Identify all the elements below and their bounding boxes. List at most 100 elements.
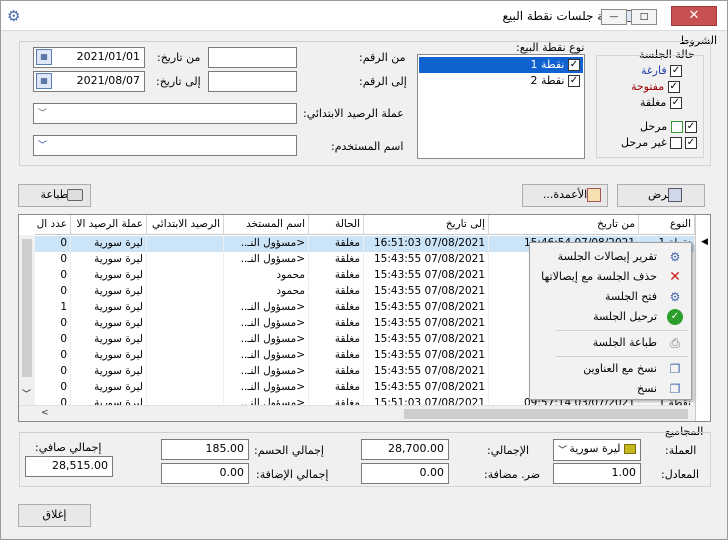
from-date-label: من تاريخ:	[157, 51, 201, 64]
menu-item-copy-with-headers[interactable]: ❐ نسخ مع العناوين	[532, 359, 689, 379]
checkbox[interactable]: ✓	[669, 97, 682, 109]
total-field: 28,700.00	[361, 439, 449, 460]
totals-currency-select[interactable]: ليرة سورية ﹀	[553, 439, 641, 461]
table-cell-to: 15:43:55 07/08/2021	[364, 348, 489, 364]
table-cell-to: 15:43:55 07/08/2021	[364, 332, 489, 348]
scroll-down-icon[interactable]: ﹀	[22, 387, 31, 400]
table-cell-currency: ليرة سورية	[71, 300, 147, 316]
checkbox[interactable]: ✓	[685, 137, 697, 149]
checkbox[interactable]: ✓	[667, 81, 680, 93]
table-cell-opening	[147, 236, 224, 252]
checkbox[interactable]	[670, 137, 683, 149]
posted-option[interactable]: مرحل	[640, 120, 683, 133]
menu-item-copy[interactable]: ❐ نسخ	[532, 379, 689, 399]
state-option[interactable]: ✓ فارغة	[641, 64, 683, 77]
chevron-down-icon: ﹀	[38, 109, 48, 119]
table-cell-count: 0	[35, 380, 71, 396]
pos-type-list[interactable]: ✓ نقطة 1 ✓ نقطة 2	[417, 54, 585, 159]
table-cell-to: 15:43:55 07/08/2021	[364, 380, 489, 396]
current-row-arrow-icon: ◀	[701, 237, 708, 247]
checkbox[interactable]: ✓	[685, 121, 697, 133]
grid-vscrollbar[interactable]: ﹀	[19, 235, 35, 405]
added-tax-field: 0.00	[361, 463, 449, 484]
menu-item-session-receipts-report[interactable]: ⚙ تقرير إيصالات الجلسة	[532, 247, 689, 267]
columns-button[interactable]: الأعمدة...	[522, 184, 608, 207]
table-cell-to: 16:51:03 07/08/2021	[364, 236, 489, 252]
pos-item-label: نقطة 1	[530, 58, 565, 71]
column-header[interactable]: الرصيد الابتدائي	[147, 215, 224, 235]
currency-label: عملة الرصيد الابتدائي:	[303, 107, 404, 120]
table-cell-count: 0	[35, 252, 71, 268]
column-header[interactable]: الحالة	[309, 215, 364, 235]
user-label: اسم المستخدم:	[331, 140, 404, 153]
pos-item[interactable]: ✓ نقطة 1	[419, 57, 583, 73]
table-cell-count: 0	[35, 268, 71, 284]
printer-icon	[67, 189, 83, 201]
show-button[interactable]: عرض	[617, 184, 705, 207]
hscroll-thumb[interactable]	[404, 409, 688, 419]
table-cell-currency: ليرة سورية	[71, 364, 147, 380]
close-button[interactable]: ✕	[671, 6, 717, 26]
discount-field: 185.00	[161, 439, 249, 460]
menu-item-print-session[interactable]: ⎙ طباعة الجلسة	[532, 333, 689, 353]
minimize-button[interactable]: —	[601, 9, 627, 25]
table-cell-user: <مسؤول النـ..	[224, 332, 309, 348]
table-cell-opening	[147, 268, 224, 284]
to-number-field[interactable]	[208, 71, 297, 92]
table-cell-state: مغلقة	[309, 236, 364, 252]
scroll-left-icon[interactable]: <	[41, 408, 49, 418]
state-option[interactable]: ✓ مغلقة	[640, 96, 682, 109]
table-cell-opening	[147, 364, 224, 380]
column-header[interactable]: النوع	[639, 215, 695, 235]
currency-icon	[624, 444, 636, 454]
menu-item-post-session[interactable]: ✓ ترحيل الجلسة	[532, 307, 689, 327]
table-cell-state: مغلقة	[309, 268, 364, 284]
from-number-label: من الرقم:	[359, 51, 406, 64]
rate-field[interactable]: 1.00	[553, 463, 641, 484]
table-cell-state: مغلقة	[309, 252, 364, 268]
title-bar: ⚙ معالجة جلسات نقطة البيع — □ ✕	[1, 1, 727, 31]
calendar-icon[interactable]: ▦	[36, 49, 52, 65]
grid-hscrollbar[interactable]: <	[19, 405, 695, 421]
from-number-field[interactable]	[208, 47, 297, 68]
column-header[interactable]: عملة الرصيد الا	[71, 215, 147, 235]
table-cell-currency: ليرة سورية	[71, 268, 147, 284]
column-header[interactable]: من تاريخ	[489, 215, 639, 235]
maximize-button[interactable]: □	[631, 9, 657, 25]
currency-select[interactable]: ﹀	[33, 103, 297, 124]
extra-field: 0.00	[161, 463, 249, 484]
column-header[interactable]: اسم المستخد	[224, 215, 309, 235]
checkbox[interactable]: ✓	[670, 65, 683, 77]
checkbox[interactable]: ✓	[568, 59, 580, 71]
menu-item-delete-session[interactable]: ✕ حذف الجلسة مع إيصالاتها	[532, 267, 689, 287]
net-field: 28,515.00	[25, 456, 113, 477]
checkbox[interactable]	[670, 121, 683, 133]
delete-icon: ✕	[669, 269, 681, 285]
state-option[interactable]: ✓ مفتوحة	[631, 80, 680, 93]
table-cell-to: 15:43:55 07/08/2021	[364, 252, 489, 268]
unposted-option[interactable]: غير مرحل	[621, 136, 683, 149]
close-dialog-button[interactable]: إغلاق	[18, 504, 91, 527]
table-cell-user: <مسؤول النـ..	[224, 380, 309, 396]
table-cell-state: مغلقة	[309, 364, 364, 380]
user-select[interactable]: ﹀	[33, 135, 297, 156]
pos-item[interactable]: ✓ نقطة 2	[419, 73, 583, 89]
menu-item-open-session[interactable]: ⚙ فتح الجلسة	[532, 287, 689, 307]
table-cell-user: محمود	[224, 284, 309, 300]
checkbox[interactable]: ✓	[568, 75, 580, 87]
calendar-icon[interactable]: ▦	[36, 73, 52, 89]
column-header[interactable]: عدد ال	[35, 215, 71, 235]
report-icon: ⚙	[669, 250, 681, 264]
table-cell-to: 15:43:55 07/08/2021	[364, 268, 489, 284]
column-header[interactable]: إلى تاريخ	[364, 215, 489, 235]
table-cell-currency: ليرة سورية	[71, 236, 147, 252]
table-cell-user: <مسؤول النـ..	[224, 252, 309, 268]
to-date-label: إلى تاريخ:	[156, 75, 201, 88]
show-icon	[668, 188, 682, 202]
state-label: مفتوحة	[631, 80, 665, 93]
chevron-down-icon: ﹀	[558, 446, 568, 456]
gear-icon[interactable]: ⚙	[7, 7, 25, 25]
table-cell-count: 0	[35, 316, 71, 332]
print-button[interactable]: طباعة	[18, 184, 91, 207]
vscroll-thumb[interactable]	[22, 239, 32, 377]
